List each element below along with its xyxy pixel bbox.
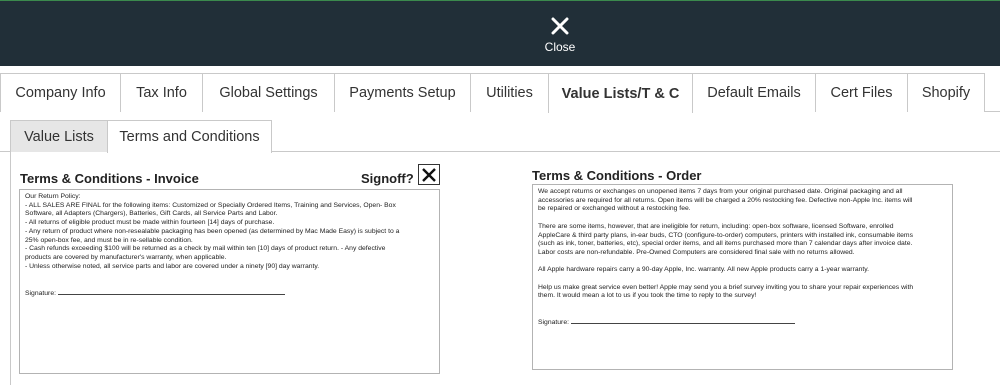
signature-label: Signature:: [25, 289, 56, 297]
check-x-icon: [422, 168, 436, 182]
text-line: Our Return Policy:: [25, 193, 81, 200]
tab-global-settings[interactable]: Global Settings: [202, 73, 335, 112]
text-line: them. It would mean a lot to us if you t…: [538, 292, 757, 300]
text-line: - Any return of product where non-reseal…: [25, 227, 400, 235]
tab-payments-setup[interactable]: Payments Setup: [334, 73, 471, 112]
tab-company-info[interactable]: Company Info: [0, 73, 121, 112]
text-line: be repaired or exchanged without a resto…: [538, 205, 691, 213]
signature-label: Signature:: [538, 319, 569, 327]
invoice-terms-title: Terms & Conditions - Invoice: [20, 171, 199, 186]
signature-row: Signature:: [538, 318, 947, 328]
text-line: - All returns of eligible product must b…: [25, 219, 275, 227]
sub-tab-bar: Value Lists Terms and Conditions: [0, 120, 1000, 153]
text-line: 25% open-box fee, and must be in re-sell…: [25, 236, 193, 244]
text-line: We accept returns or exchanges on unopen…: [538, 188, 903, 195]
text-line: Labor costs are non-refundable. Pre-Owne…: [538, 248, 855, 256]
main-tab-bar: Company Info Tax Info Global Settings Pa…: [0, 73, 1000, 113]
text-line: - Unless otherwise noted, all service pa…: [25, 262, 320, 270]
order-terms-textarea[interactable]: We accept returns or exchanges on unopen…: [532, 184, 953, 370]
text-line: Software, all Adapters (Chargers), Batte…: [25, 210, 278, 218]
tab-shopify[interactable]: Shopify: [907, 73, 985, 112]
tab-value-lists-tc[interactable]: Value Lists/T & C: [548, 73, 693, 113]
tab-tax-info[interactable]: Tax Info: [120, 73, 203, 112]
close-label: Close: [544, 40, 576, 54]
text-line: products are covered by manufacturer's w…: [25, 253, 227, 261]
order-terms-title: Terms & Conditions - Order: [532, 168, 702, 183]
tab-utilities[interactable]: Utilities: [470, 73, 549, 112]
text-line: There are some items, however, that are …: [538, 222, 894, 230]
invoice-terms-textarea[interactable]: Our Return Policy: - ALL SALES ARE FINAL…: [19, 189, 440, 374]
tab-terms-and-conditions[interactable]: Terms and Conditions: [107, 120, 272, 153]
text-line: Help us make great service even better! …: [538, 283, 914, 291]
tab-default-emails[interactable]: Default Emails: [692, 73, 816, 112]
text-line: accessories are required for all returns…: [538, 196, 913, 204]
text-line: (such as ink, toner, batteries, etc), sp…: [538, 240, 913, 248]
signoff-label: Signoff?: [361, 171, 414, 186]
x-icon: [551, 17, 569, 35]
signoff-checkbox[interactable]: [418, 164, 440, 185]
signature-row: Signature:: [25, 289, 434, 299]
tab-cert-files[interactable]: Cert Files: [815, 73, 908, 112]
signature-line: [57, 289, 285, 295]
text-line: AppleCare & third party plans, in-ear bu…: [538, 231, 913, 239]
text-line: - Cash refunds exceeding $100 will be re…: [25, 245, 386, 253]
signature-line: [570, 318, 795, 325]
top-bar: Close: [0, 0, 1000, 66]
close-button[interactable]: Close: [538, 15, 582, 57]
tab-value-lists[interactable]: Value Lists: [10, 120, 108, 152]
text-line: All Apple hardware repairs carry a 90-da…: [538, 266, 870, 274]
text-line: - ALL SALES ARE FINAL for the following …: [25, 201, 396, 209]
